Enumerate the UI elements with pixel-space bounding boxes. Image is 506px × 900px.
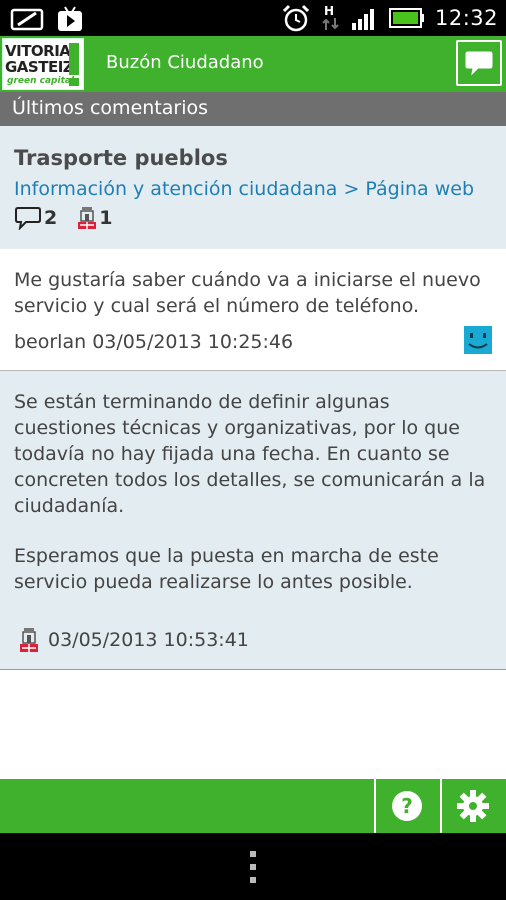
svg-text:?: ? (401, 794, 413, 818)
official-icon (20, 628, 38, 652)
settings-icon (457, 790, 489, 822)
smiley-icon (464, 326, 492, 354)
answer-paragraph-1: Se están terminando de definir algunas c… (14, 391, 486, 517)
speech-bubble-icon (465, 51, 493, 76)
alarm-icon (282, 4, 310, 32)
logo-line2: GASTEIZ (5, 58, 74, 76)
svg-text:H: H (324, 4, 334, 18)
play-store-icon (58, 6, 82, 31)
citizen-comment: Me gustaría saber cuándo va a iniciarse … (0, 249, 506, 371)
section-title: Últimos comentarios (0, 92, 506, 126)
help-icon: ? (392, 791, 422, 821)
official-count: 1 (99, 207, 113, 229)
answer-paragraph-2: Esperamos que la puesta en marcha de est… (14, 545, 439, 593)
app-header: VITORIA GASTEIZ green capital Buzón Ciud… (0, 36, 506, 92)
signal-icon (351, 9, 374, 30)
comment-meta: beorlan 03/05/2013 10:25:46 (14, 331, 294, 353)
logo-exclamation-dot (69, 78, 79, 86)
help-button[interactable]: ? (374, 779, 438, 833)
comment-icon (15, 207, 41, 230)
comments-count: 2 (44, 207, 58, 229)
new-comment-button[interactable] (456, 40, 502, 86)
screenshot-notification-icon (10, 8, 44, 31)
app-title: Buzón Ciudadano (106, 52, 264, 73)
logo-exclamation-bar (69, 43, 79, 75)
answer-meta: 03/05/2013 10:53:41 (20, 627, 249, 653)
topic-title: Trasporte pueblos (14, 146, 228, 170)
topic-card[interactable]: Trasporte pueblos Información y atención… (0, 126, 506, 249)
vitoria-gasteiz-logo[interactable]: VITORIA GASTEIZ green capital (2, 38, 84, 90)
topic-category-link[interactable]: Información y atención ciudadana > Págin… (14, 178, 492, 200)
topic-counts: 2 1 (14, 206, 492, 230)
bottom-toolbar: ? (0, 779, 506, 833)
status-bar: H 12:32 (0, 0, 506, 36)
menu-icon[interactable] (250, 851, 256, 883)
settings-button[interactable] (440, 779, 504, 833)
answer-timestamp: 03/05/2013 10:53:41 (48, 629, 249, 651)
logo-line3: green capital (7, 76, 75, 86)
system-nav-bar (0, 833, 506, 900)
official-answer: Se están terminando de definir algunas c… (0, 371, 506, 670)
status-clock: 12:32 (434, 6, 498, 30)
network-icon: H (322, 4, 339, 30)
official-icon (78, 207, 97, 229)
battery-icon (388, 8, 424, 28)
comment-text: Me gustaría saber cuándo va a iniciarse … (14, 269, 481, 317)
